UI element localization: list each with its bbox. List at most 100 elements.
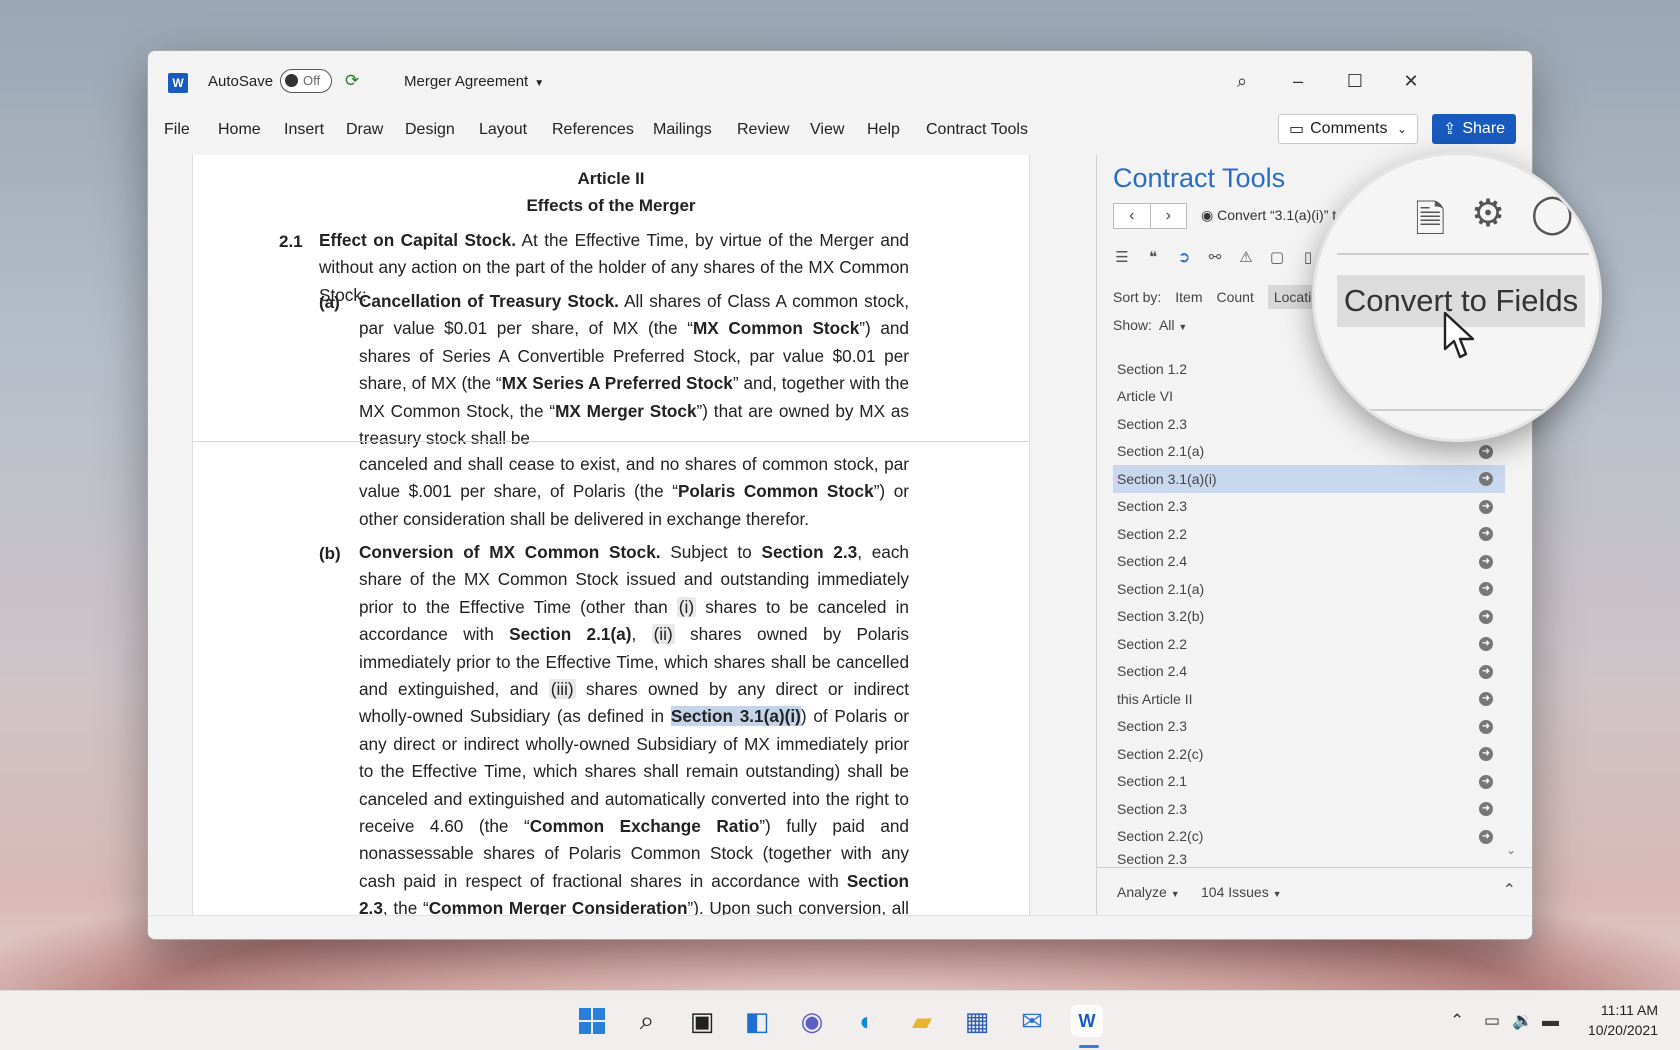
tab-file[interactable]: File	[164, 121, 190, 139]
document-icon[interactable]: ▯	[1299, 249, 1317, 267]
list-item[interactable]: this Article II ➜	[1113, 685, 1505, 713]
issues-dropdown[interactable]: 104 Issues ▼	[1201, 884, 1282, 900]
chevron-down-icon: ▼	[1272, 889, 1282, 899]
file-explorer-icon[interactable]: ▰	[906, 1005, 938, 1037]
cross-reference-icon[interactable]: ➲	[1175, 249, 1193, 267]
store-icon[interactable]: ▦	[961, 1005, 993, 1037]
list-item[interactable]: Section 2.3	[1113, 850, 1505, 868]
tab-draw[interactable]: Draw	[346, 121, 383, 139]
go-to-arrow-icon[interactable]: ➜	[1479, 829, 1493, 844]
scroll-down-icon[interactable]: ⌄	[1506, 843, 1516, 857]
gear-icon[interactable]: ⚙	[1471, 191, 1505, 236]
quote-icon[interactable]: ❝	[1144, 249, 1162, 267]
article-title: Effects of the Merger	[526, 196, 696, 215]
widgets-icon[interactable]: ◧	[741, 1005, 773, 1037]
warning-icon[interactable]: ⚠	[1237, 249, 1255, 267]
chevron-right-icon[interactable]: ›	[1151, 204, 1187, 228]
go-to-arrow-icon[interactable]: ➜	[1479, 774, 1493, 789]
close-button[interactable]: ✕	[1396, 67, 1426, 95]
clause-a-label: (a)	[319, 293, 340, 312]
list-item[interactable]: Section 2.3 ➜	[1113, 795, 1505, 823]
autosave-toggle[interactable]: Off	[280, 69, 332, 93]
sort-item[interactable]: Item	[1175, 289, 1202, 305]
go-to-arrow-icon[interactable]: ➜	[1479, 637, 1493, 651]
list-item[interactable]: Section 2.4 ➜	[1113, 658, 1505, 686]
list-item[interactable]: Section 2.3 ➜	[1113, 713, 1505, 741]
list-item[interactable]: Section 2.1 ➜	[1113, 768, 1505, 796]
comments-button[interactable]: ▭ Comments ⌄	[1278, 114, 1418, 144]
chevron-up-icon[interactable]: ⌃	[1450, 1011, 1464, 1031]
minimize-button[interactable]: –	[1283, 67, 1313, 95]
go-to-arrow-icon[interactable]: ➜	[1479, 554, 1493, 569]
list-item-selected[interactable]: Section 3.1(a)(i) ➜	[1113, 465, 1505, 493]
share-button[interactable]: ⇪ Share	[1432, 114, 1516, 144]
go-to-arrow-icon[interactable]: ➜	[1479, 802, 1493, 816]
tab-insert[interactable]: Insert	[284, 121, 324, 139]
tab-help[interactable]: Help	[867, 121, 900, 139]
battery-icon[interactable]: ▬	[1542, 1011, 1559, 1031]
word-icon[interactable]: W	[1071, 1005, 1103, 1037]
start-icon[interactable]	[576, 1005, 608, 1037]
list-item[interactable]: Section 2.3 ➜	[1113, 493, 1505, 521]
clause-b-heading: Conversion of MX Common Stock.	[359, 542, 661, 562]
chevron-up-icon[interactable]: ⌃	[1503, 880, 1516, 900]
comment-icon[interactable]: ▢	[1268, 249, 1286, 267]
mail-icon[interactable]: ✉	[1016, 1005, 1048, 1037]
cross-reference[interactable]: Section 2.1(a)	[509, 624, 631, 644]
go-to-arrow-icon[interactable]: ➜	[1479, 499, 1493, 514]
list-item[interactable]: Section 2.1(a) ➜	[1113, 575, 1505, 603]
cross-reference[interactable]: Section 2.3	[761, 542, 857, 562]
search-icon[interactable]: ⌕	[631, 1005, 663, 1037]
section-number: 2.1	[279, 232, 303, 251]
go-to-arrow-icon[interactable]: ➜	[1479, 444, 1493, 459]
task-view-icon[interactable]: ▣	[686, 1005, 718, 1037]
list-item-label: Section 2.3	[1117, 415, 1188, 432]
sync-icon[interactable]: ⟳	[345, 71, 365, 91]
sort-row: Sort by: Item Count Locatio	[1113, 285, 1339, 309]
tab-home[interactable]: Home	[218, 121, 261, 139]
volume-icon[interactable]: 🔉	[1512, 1011, 1533, 1031]
clause-b-paragraph: Conversion of MX Common Stock. Subject t…	[359, 539, 909, 939]
comment-icon: ▭	[1289, 121, 1305, 138]
user-icon[interactable]: ◯	[1531, 191, 1574, 236]
document-settings-icon[interactable]: 🗎	[1415, 191, 1446, 256]
list-item[interactable]: Section 2.2 ➜	[1113, 520, 1505, 548]
go-to-arrow-icon[interactable]: ➜	[1479, 472, 1493, 486]
selected-cross-reference[interactable]: Section 3.1(a)(i)	[670, 706, 801, 727]
teams-chat-icon[interactable]: ◉	[796, 1005, 828, 1037]
go-to-arrow-icon[interactable]: ➜	[1479, 609, 1493, 624]
go-to-arrow-icon[interactable]: ➜	[1479, 747, 1493, 761]
list-item[interactable]: Section 2.2(c) ➜	[1113, 740, 1505, 768]
edge-icon[interactable]: ◐	[851, 1005, 883, 1037]
go-to-arrow-icon[interactable]: ➜	[1479, 527, 1493, 541]
go-to-arrow-icon[interactable]: ➜	[1479, 582, 1493, 596]
tab-contract-tools[interactable]: Contract Tools	[926, 121, 1028, 139]
list-item[interactable]: Section 3.2(b) ➜	[1113, 603, 1505, 631]
search-icon[interactable]: ⌕	[1227, 67, 1257, 95]
share-icon: ⇪	[1442, 121, 1457, 138]
list-item[interactable]: Section 2.4 ➜	[1113, 548, 1505, 576]
analyze-dropdown[interactable]: Analyze ▼	[1117, 884, 1180, 900]
list-icon[interactable]: ☰	[1113, 249, 1131, 267]
document-page[interactable]: Article II Effects of the Merger 2.1 Eff…	[192, 155, 1030, 939]
document-title[interactable]: Merger Agreement ▼	[404, 73, 544, 90]
tab-review[interactable]: Review	[737, 121, 789, 139]
hierarchy-icon[interactable]: ⚯	[1206, 249, 1224, 267]
go-to-arrow-icon[interactable]: ➜	[1479, 692, 1493, 706]
chevron-left-icon[interactable]: ‹	[1114, 204, 1151, 228]
go-to-arrow-icon[interactable]: ➜	[1479, 719, 1493, 734]
network-icon[interactable]: ▭	[1484, 1011, 1500, 1031]
tab-design[interactable]: Design	[405, 121, 455, 139]
go-to-arrow-icon[interactable]: ➜	[1479, 664, 1493, 679]
list-item[interactable]: Section 2.2 ➜	[1113, 630, 1505, 658]
sort-count[interactable]: Count	[1216, 289, 1253, 305]
tab-layout[interactable]: Layout	[479, 121, 527, 139]
tab-view[interactable]: View	[810, 121, 844, 139]
tab-references[interactable]: References	[552, 121, 634, 139]
clock[interactable]: 11:11 AM 10/20/2021	[1588, 1000, 1658, 1040]
maximize-button[interactable]: ☐	[1340, 67, 1370, 95]
autosave-label: AutoSave	[208, 73, 274, 90]
show-filter[interactable]: Show: All ▼	[1113, 317, 1187, 333]
list-item[interactable]: Section 2.2(c) ➜	[1113, 823, 1505, 851]
tab-mailings[interactable]: Mailings	[653, 121, 712, 139]
